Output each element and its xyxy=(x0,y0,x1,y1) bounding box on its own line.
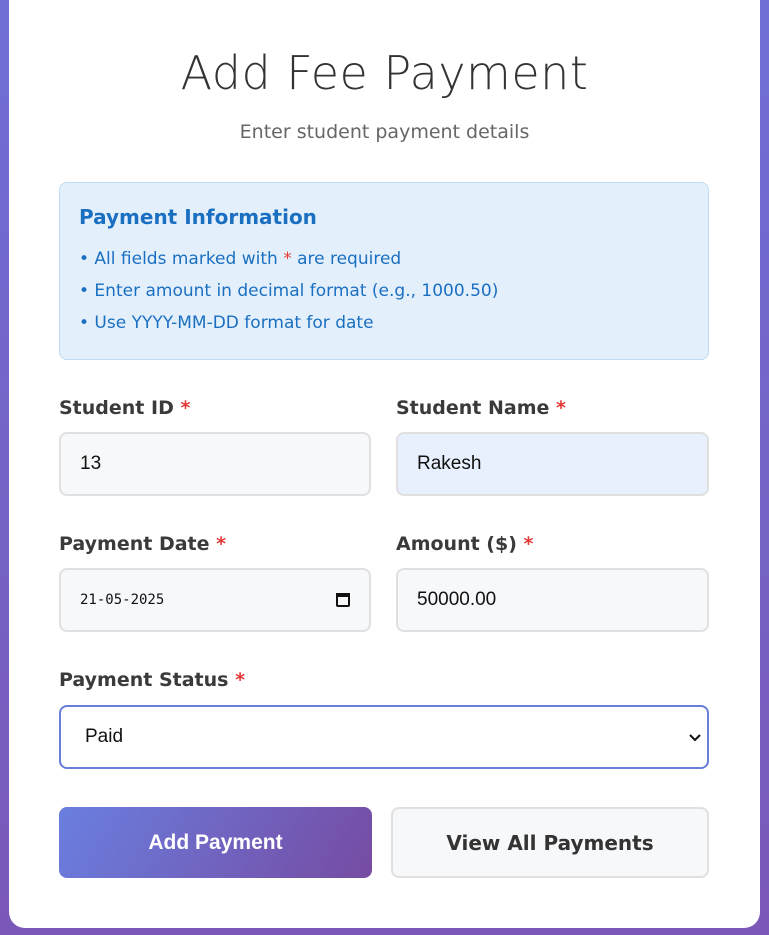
payment-status-select[interactable]: Paid xyxy=(59,705,709,769)
amount-label: Amount ($) * xyxy=(396,533,533,555)
label-text: Payment Status xyxy=(59,669,229,691)
view-all-payments-button[interactable]: View All Payments xyxy=(391,807,709,878)
payment-date-value: 21-05-2025 xyxy=(80,592,165,608)
amount-input[interactable]: 50000.00 xyxy=(396,568,709,632)
student-name-label: Student Name * xyxy=(396,397,566,419)
info-title: Payment Information xyxy=(79,205,317,229)
required-marker: * xyxy=(283,249,292,269)
page-title: Add Fee Payment xyxy=(180,46,589,100)
required-marker: * xyxy=(180,397,191,419)
payment-date-label: Payment Date * xyxy=(59,533,226,555)
label-text: Payment Date xyxy=(59,533,210,555)
info-item-text: • All fields marked with xyxy=(79,249,284,269)
payment-status-value: Paid xyxy=(85,726,124,747)
required-marker: * xyxy=(216,533,227,555)
calendar-icon[interactable] xyxy=(336,593,350,607)
label-text: Student Name xyxy=(396,397,550,419)
student-id-label: Student ID * xyxy=(59,397,190,419)
info-item: • Use YYYY-MM-DD format for date xyxy=(79,313,374,333)
label-text: Student ID xyxy=(59,397,174,419)
student-id-value: 13 xyxy=(80,453,102,474)
label-text: Amount ($) xyxy=(396,533,517,555)
student-name-value: Rakesh xyxy=(417,453,482,474)
info-item: • All fields marked with * are required xyxy=(79,243,689,275)
info-box: Payment Information • All fields marked … xyxy=(59,182,709,360)
chevron-down-icon xyxy=(689,729,701,745)
amount-value: 50000.00 xyxy=(417,589,497,610)
page-subtitle: Enter student payment details xyxy=(239,121,530,143)
info-item: • Enter amount in decimal format (e.g., … xyxy=(79,281,499,301)
required-marker: * xyxy=(523,533,534,555)
student-name-input[interactable]: Rakesh xyxy=(396,432,709,496)
info-item-text: are required xyxy=(291,249,402,269)
payment-form-card: Add Fee Payment Enter student payment de… xyxy=(9,0,760,928)
payment-status-label: Payment Status * xyxy=(59,669,245,691)
payment-date-input[interactable]: 21-05-2025 xyxy=(59,568,371,632)
add-payment-button[interactable]: Add Payment xyxy=(59,807,372,878)
student-id-input[interactable]: 13 xyxy=(59,432,371,496)
required-marker: * xyxy=(235,669,246,691)
required-marker: * xyxy=(556,397,566,419)
